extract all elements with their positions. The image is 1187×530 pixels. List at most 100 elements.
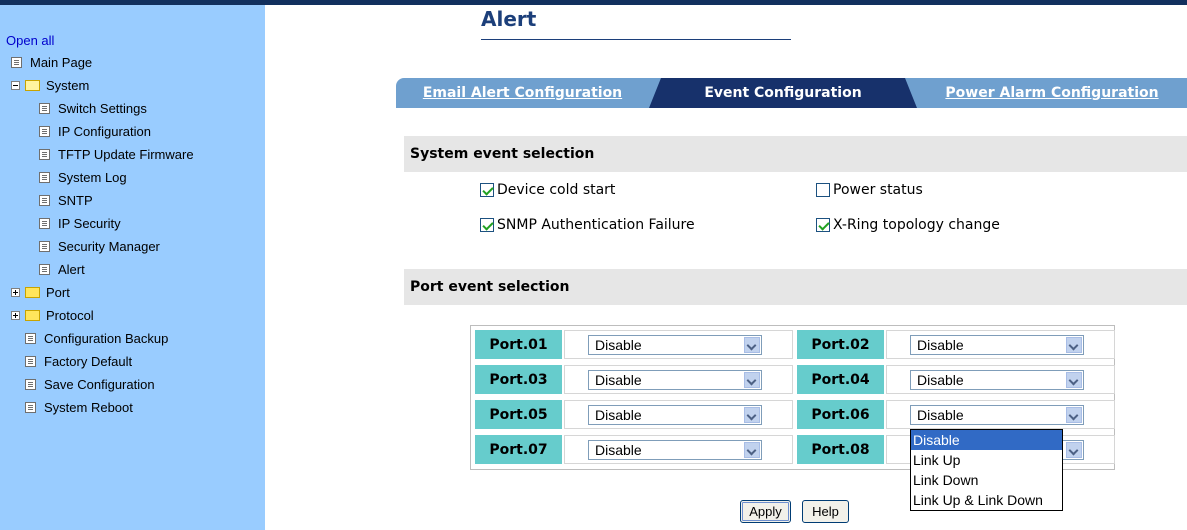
page-icon	[39, 217, 50, 229]
apply-button[interactable]: Apply	[740, 500, 791, 523]
port-label: Port.01	[475, 330, 562, 359]
open-all-link[interactable]: Open all	[6, 33, 54, 48]
sidebar-item-label: System Reboot	[44, 399, 133, 415]
sidebar-item-system-reboot[interactable]: System Reboot	[25, 396, 133, 418]
chevron-down-icon[interactable]	[1066, 407, 1082, 423]
sidebar-item-label: TFTP Update Firmware	[58, 146, 194, 162]
help-button[interactable]: Help	[802, 500, 849, 523]
title-underline	[481, 39, 791, 40]
folder-icon	[25, 286, 40, 298]
event-device-cold-start[interactable]: Device cold start	[480, 182, 615, 198]
port-cell: Disable	[886, 400, 1115, 429]
tab-email-alert-configuration[interactable]: Email Alert Configuration	[396, 78, 649, 108]
sidebar-item-label: Port	[46, 284, 70, 300]
sidebar-item-configuration-backup[interactable]: Configuration Backup	[25, 327, 168, 349]
tab-corner-left	[649, 78, 661, 108]
chevron-down-icon[interactable]	[1066, 337, 1082, 353]
select-value: Disable	[917, 407, 964, 423]
tab-power-alarm-configuration[interactable]: Power Alarm Configuration	[917, 78, 1187, 108]
sidebar-item-security-manager[interactable]: Security Manager	[39, 235, 160, 257]
select-value: Disable	[595, 372, 642, 388]
event-power-status[interactable]: Power status	[816, 182, 923, 198]
folder-open-icon	[25, 79, 40, 91]
port-06-dropdown-list: Disable Link Up Link Down Link Up & Link…	[910, 429, 1063, 511]
port-06-select[interactable]: Disable	[910, 405, 1084, 425]
expand-icon[interactable]	[11, 310, 20, 320]
page-icon	[25, 401, 36, 413]
port-label: Port.07	[475, 435, 562, 464]
page-icon	[39, 263, 50, 275]
dropdown-option-link-up-and-down[interactable]: Link Up & Link Down	[911, 490, 1062, 510]
sidebar-item-main-page[interactable]: Main Page	[11, 51, 92, 73]
sidebar-item-port[interactable]: Port	[11, 281, 70, 303]
sidebar-item-switch-settings[interactable]: Switch Settings	[39, 97, 147, 119]
dropdown-option-link-up[interactable]: Link Up	[911, 450, 1062, 470]
sidebar-item-ip-configuration[interactable]: IP Configuration	[39, 120, 151, 142]
port-02-select[interactable]: Disable	[910, 335, 1084, 355]
checkbox[interactable]	[816, 183, 830, 197]
tab-bar: Email Alert Configuration Event Configur…	[396, 78, 1187, 108]
port-label: Port.08	[797, 435, 884, 464]
sidebar-item-label: Protocol	[46, 307, 94, 323]
port-05-select[interactable]: Disable	[588, 405, 762, 425]
checkbox-label: X-Ring topology change	[833, 217, 1000, 233]
checkbox-label: SNMP Authentication Failure	[497, 217, 695, 233]
sidebar-item-sntp[interactable]: SNTP	[39, 189, 93, 211]
sidebar-item-label: System Log	[58, 169, 127, 185]
tab-corner-right	[905, 78, 917, 108]
sidebar-item-save-configuration[interactable]: Save Configuration	[25, 373, 155, 395]
button-label: Apply	[749, 504, 782, 519]
sidebar-item-system-log[interactable]: System Log	[39, 166, 127, 188]
main-content: Alert Email Alert Configuration Event Co…	[265, 5, 1187, 530]
button-label: Help	[812, 504, 839, 519]
checkbox[interactable]	[480, 218, 494, 232]
sidebar-item-ip-security[interactable]: IP Security	[39, 212, 121, 234]
sidebar-item-label: Factory Default	[44, 353, 133, 369]
port-03-select[interactable]: Disable	[588, 370, 762, 390]
dropdown-option-disable[interactable]: Disable	[911, 430, 1062, 450]
event-snmp-authentication-failure[interactable]: SNMP Authentication Failure	[480, 217, 695, 233]
section-title: Port event selection	[410, 279, 570, 295]
sidebar-item-tftp-update-firmware[interactable]: TFTP Update Firmware	[39, 143, 194, 165]
sidebar-item-factory-default[interactable]: Factory Default	[25, 350, 132, 372]
sidebar-item-alert[interactable]: Alert	[39, 258, 85, 280]
port-01-select[interactable]: Disable	[588, 335, 762, 355]
chevron-down-icon[interactable]	[1066, 442, 1082, 458]
port-label: Port.03	[475, 365, 562, 394]
sidebar-item-label: Alert	[58, 261, 85, 277]
port-07-select[interactable]: Disable	[588, 440, 762, 460]
select-value: Disable	[595, 442, 642, 458]
page-icon	[25, 378, 36, 390]
event-x-ring-topology-change[interactable]: X-Ring topology change	[816, 217, 1000, 233]
checkbox[interactable]	[816, 218, 830, 232]
sidebar-item-system[interactable]: System	[11, 74, 89, 96]
sidebar-item-label: Security Manager	[58, 238, 160, 254]
page-icon	[39, 171, 50, 183]
sidebar-item-protocol[interactable]: Protocol	[11, 304, 94, 326]
sidebar-item-label: System	[46, 77, 90, 93]
sidebar-item-label: IP Configuration	[58, 123, 151, 139]
tab-event-configuration[interactable]: Event Configuration	[649, 78, 917, 108]
chevron-down-icon[interactable]	[744, 407, 760, 423]
system-event-section-header: System event selection	[404, 136, 1187, 172]
chevron-down-icon[interactable]	[744, 337, 760, 353]
chevron-down-icon[interactable]	[1066, 372, 1082, 388]
port-cell: Disable	[564, 330, 793, 359]
dropdown-option-link-down[interactable]: Link Down	[911, 470, 1062, 490]
checkbox-label: Device cold start	[497, 182, 616, 198]
chevron-down-icon[interactable]	[744, 442, 760, 458]
chevron-down-icon[interactable]	[744, 372, 760, 388]
port-label: Port.04	[797, 365, 884, 394]
expand-icon[interactable]	[11, 287, 20, 297]
select-value: Disable	[595, 337, 642, 353]
port-cell: Disable	[564, 400, 793, 429]
port-label: Port.06	[797, 400, 884, 429]
checkbox-label: Power status	[833, 182, 923, 198]
page-icon	[25, 355, 36, 367]
checkbox[interactable]	[480, 183, 494, 197]
select-value: Disable	[595, 407, 642, 423]
port-cell: Disable	[564, 365, 793, 394]
page-icon	[39, 194, 50, 206]
collapse-icon[interactable]	[11, 80, 20, 90]
port-04-select[interactable]: Disable	[910, 370, 1084, 390]
